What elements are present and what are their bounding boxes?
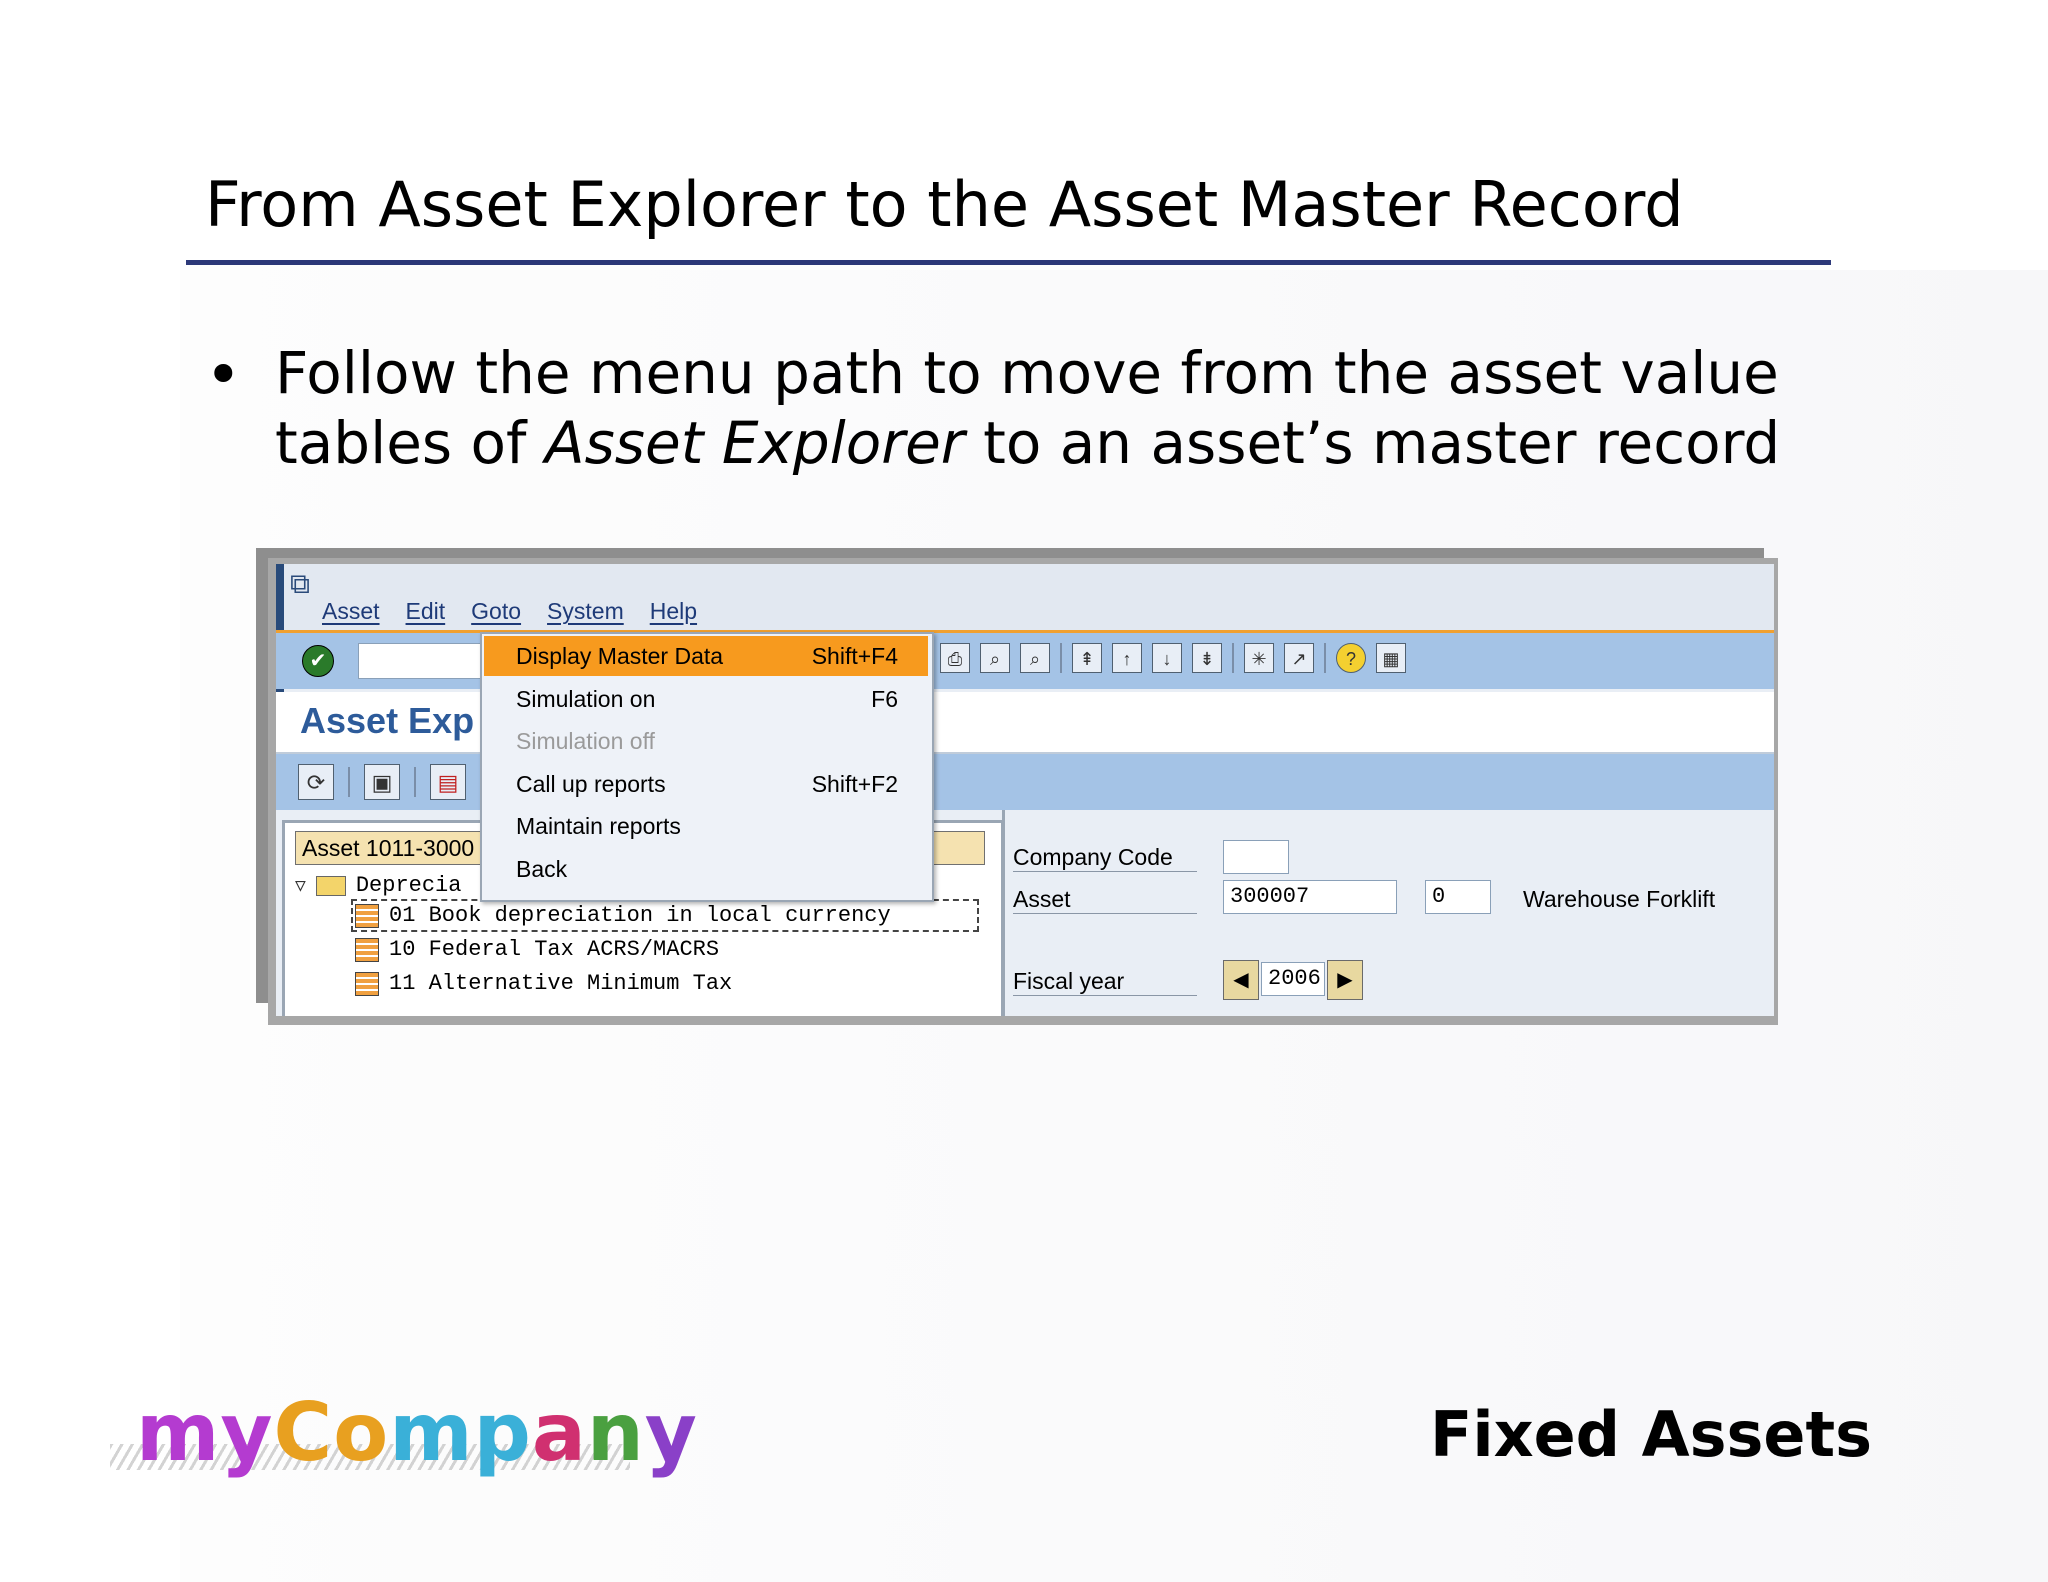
menu-item-call-up-reports[interactable]: Call up reports Shift+F2 [484,764,928,804]
menu-system[interactable]: System [547,598,624,625]
company-code-label: Company Code [1013,844,1197,872]
menu-goto[interactable]: Goto [471,598,521,625]
tree-row-label: 10 Federal Tax ACRS/MACRS [389,937,720,962]
screen-title: Asset Exp [300,700,475,741]
menu-bar: ⧉ Asset Edit Goto System Help [276,564,1774,630]
refresh-icon[interactable]: ⟳ [298,764,334,800]
menu-item-label: Back [516,856,568,882]
previous-year-icon[interactable]: ◀ [1223,960,1259,1000]
tree-row[interactable]: 11 Alternative Minimum Tax [355,971,732,996]
logo-letter: y [644,1386,698,1479]
logo-letter: o [333,1386,390,1479]
first-page-icon[interactable]: ⇞ [1072,643,1102,673]
title-divider [186,260,1831,265]
next-page-icon[interactable]: ↓ [1152,643,1182,673]
logo-letter: n [586,1386,645,1479]
previous-page-icon[interactable]: ↑ [1112,643,1142,673]
new-session-icon[interactable]: ✳ [1244,643,1274,673]
menu-item-shortcut: Shift+F2 [811,771,898,797]
asset-number-field[interactable]: 300007 [1223,880,1397,914]
asset-detail-panel: Company Code Asset 300007 0 Warehouse Fo… [1002,810,1774,1016]
menu-item-maintain-reports[interactable]: Maintain reports [484,806,928,846]
menu-item-label: Call up reports [516,771,666,797]
tree-row[interactable]: 10 Federal Tax ACRS/MACRS [355,937,719,962]
menu-item-label: Simulation on [516,686,656,712]
menu-asset[interactable]: Asset [322,598,380,625]
command-field[interactable] [358,643,490,679]
asset-description: Warehouse Forklift [1523,886,1716,912]
asset-label: Asset [1013,886,1197,914]
toolbar-separator [1060,643,1062,673]
logo-letter: p [473,1386,532,1479]
company-code-field[interactable] [1223,840,1289,874]
table-icon [355,937,379,962]
menu-item-simulation-off: Simulation off [484,721,928,761]
menu-item-back[interactable]: Back [484,849,928,889]
toolbar-icons: ⎙ ⌕ ⌕ ⇞ ↑ ↓ ⇟ ✳ ↗ ? ▦ [940,643,1406,673]
bullet-marker: • [205,338,242,411]
expand-icon[interactable]: ▽ [295,875,306,897]
menu-edit[interactable]: Edit [406,598,446,625]
logo-letter: m [136,1386,221,1479]
toolbar-separator [1324,643,1326,673]
toolbar-separator [1232,643,1234,673]
shortcut-icon[interactable]: ↗ [1284,643,1314,673]
toolbar-separator [414,767,416,797]
print-icon[interactable]: ⎙ [940,643,970,673]
menu-item-label: Maintain reports [516,813,681,839]
bullet-text-part2: to an asset’s master record [964,409,1781,477]
fiscal-year-label: Fiscal year [1013,968,1197,996]
menu-item-label: Simulation off [516,728,655,754]
slide-title: From Asset Explorer to the Asset Master … [205,168,1684,241]
menu-item-shortcut: Shift+F4 [811,643,898,669]
footer-title: Fixed Assets [1430,1398,1872,1471]
tree-row-label: 11 Alternative Minimum Tax [389,971,733,996]
last-page-icon[interactable]: ⇟ [1192,643,1222,673]
asset-subnumber-field[interactable]: 0 [1425,880,1491,914]
logo-letter: a [531,1386,587,1479]
fiscal-year-field[interactable]: 2006 [1261,962,1325,996]
find-next-icon[interactable]: ⌕ [1020,643,1050,673]
system-menu-icon[interactable]: ⧉ [290,568,310,601]
menu-items: Asset Edit Goto System Help [322,598,697,625]
table-icon [355,903,379,928]
tree-folder-label: Deprecia [355,873,462,898]
menu-help[interactable]: Help [650,598,697,625]
menu-item-display-master-data[interactable]: Display Master Data Shift+F4 [484,636,928,676]
menu-item-simulation-on[interactable]: Simulation on F6 [484,679,928,719]
bullet-text-italic: Asset Explorer [544,409,965,477]
table-icon [355,971,379,996]
tree-row-label: 01 Book depreciation in local currency [389,903,891,928]
logo-letter: y [220,1386,274,1479]
layout-menu-icon[interactable]: ▦ [1376,643,1406,673]
toolbar-separator [348,767,350,797]
tree-row[interactable]: 01 Book depreciation in local currency [351,899,979,932]
app-toolbar-icons: ⟳ ▣ ▤ [298,764,466,800]
help-icon[interactable]: ? [1336,643,1366,673]
tree-folder-row[interactable]: ▽ Deprecia [295,873,461,898]
folder-icon [315,875,346,896]
bullet-text: Follow the menu path to move from the as… [275,338,1835,478]
logo-letter: m [389,1386,474,1479]
company-logo: myCompany [136,1386,698,1479]
logo-letter: C [273,1386,334,1479]
save-icon[interactable]: ▣ [364,764,400,800]
next-year-icon[interactable]: ▶ [1327,960,1363,1000]
menu-item-label: Display Master Data [516,643,724,669]
find-icon[interactable]: ⌕ [980,643,1010,673]
enter-icon[interactable]: ✔ [302,645,334,677]
menu-item-shortcut: F6 [871,686,898,712]
report-icon[interactable]: ▤ [430,764,466,800]
goto-menu-dropdown: Display Master Data Shift+F4 Simulation … [480,632,934,902]
